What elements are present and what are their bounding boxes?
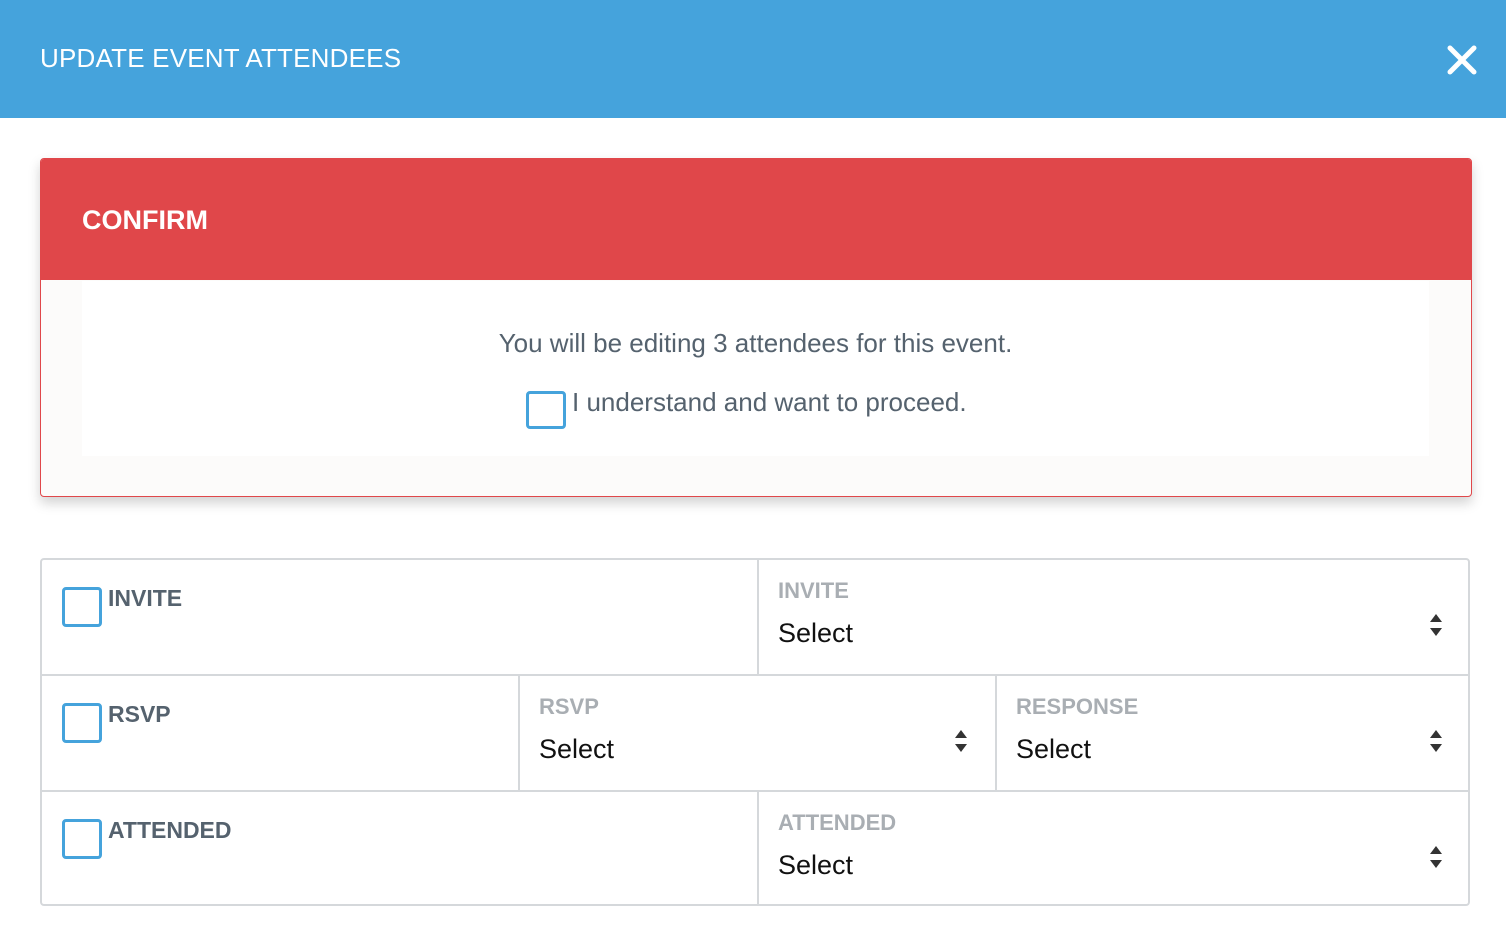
response-select-value: Select (1016, 734, 1092, 764)
invite-checkbox[interactable] (62, 587, 102, 627)
attended-row-label: ATTENDED (108, 817, 232, 843)
confirm-message: You will be editing 3 attendees for this… (498, 328, 1013, 358)
attended-toggle-cell: ATTENDED (42, 792, 757, 904)
attended-select[interactable]: ATTENDED Select (759, 792, 1468, 904)
up-down-arrows-icon (1430, 846, 1442, 868)
rsvp-row: RSVP RSVP Select RESPONSE Select (42, 674, 1468, 792)
response-select[interactable]: RESPONSE Select (997, 676, 1468, 792)
rsvp-checkbox[interactable] (62, 703, 102, 743)
understand-checkbox-label[interactable]: I understand and want to proceed. (572, 384, 967, 420)
attended-select-value: Select (778, 850, 854, 880)
rsvp-select[interactable]: RSVP Select (520, 676, 995, 792)
attended-row: ATTENDED ATTENDED Select (42, 790, 1468, 904)
attended-select-cell: ATTENDED Select (757, 792, 1468, 904)
rsvp-select-value: Select (539, 734, 615, 764)
up-down-arrows-icon (1430, 730, 1442, 752)
invite-select[interactable]: INVITE Select (759, 560, 1468, 676)
rsvp-select-cell: RSVP Select (518, 676, 995, 792)
attended-checkbox[interactable] (62, 819, 102, 859)
response-select-cell: RESPONSE Select (995, 676, 1468, 792)
up-down-arrows-icon (1430, 614, 1442, 636)
rsvp-toggle-cell: RSVP (42, 676, 518, 792)
confirm-panel: CONFIRM You will be editing 3 attendees … (40, 158, 1472, 497)
invite-select-value: Select (778, 618, 854, 648)
close-button[interactable] (1442, 40, 1482, 80)
attended-select-label: ATTENDED (778, 810, 897, 835)
confirm-header: CONFIRM (41, 159, 1471, 280)
rsvp-select-label: RSVP (539, 694, 599, 719)
invite-select-label: INVITE (778, 578, 849, 603)
close-icon (1447, 45, 1477, 75)
rsvp-row-label: RSVP (108, 701, 171, 727)
confirm-body: You will be editing 3 attendees for this… (82, 281, 1429, 456)
up-down-arrows-icon (955, 730, 967, 752)
invite-toggle-cell: INVITE (42, 560, 757, 676)
confirm-title: CONFIRM (82, 205, 208, 235)
attendee-options-table: INVITE INVITE Select RSVP RSVP Select RE… (40, 558, 1470, 906)
modal-header: UPDATE EVENT ATTENDEES (0, 0, 1506, 118)
invite-select-cell: INVITE Select (757, 560, 1468, 676)
understand-checkbox[interactable] (526, 391, 566, 429)
invite-row-label: INVITE (108, 585, 183, 611)
response-select-label: RESPONSE (1016, 694, 1139, 719)
invite-row: INVITE INVITE Select (42, 560, 1468, 676)
modal-title: UPDATE EVENT ATTENDEES (40, 43, 402, 73)
